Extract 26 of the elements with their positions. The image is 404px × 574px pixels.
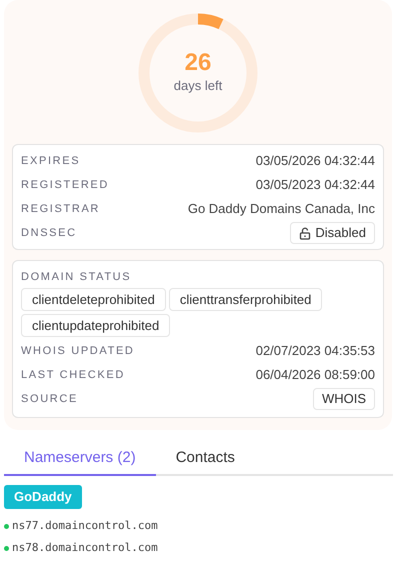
status-tag: clientdeleteprohibited [21, 288, 166, 311]
field-label: REGISTERED [21, 178, 110, 193]
field-label: SOURCE [21, 392, 78, 407]
field-value: 03/05/2026 04:32:44 [256, 152, 375, 170]
provider-badge: GoDaddy [4, 485, 82, 509]
status-tag: clientupdateprohibited [21, 314, 170, 337]
field-label: DNSSEC [21, 226, 77, 241]
status-tag: clienttransferprohibited [168, 288, 322, 311]
unlocked-padlock-icon [299, 226, 312, 240]
field-value: 03/05/2023 04:32:44 [256, 176, 375, 194]
field-label: LAST CHECKED [21, 368, 125, 383]
days-count: 26 [184, 50, 212, 76]
field-label: EXPIRES [21, 154, 80, 169]
field-value: 06/04/2026 08:59:00 [256, 366, 375, 384]
nameserver: ns78.domaincontrol.com [12, 540, 158, 556]
dnssec-badge: Disabled [290, 222, 375, 244]
field-label: WHOIS UPDATED [21, 344, 135, 359]
source-badge: WHOIS [312, 388, 375, 410]
tab[interactable]: Contacts [156, 442, 255, 476]
field-value: 02/07/2023 04:35:53 [256, 342, 375, 360]
field-label: DOMAIN STATUS [21, 270, 132, 284]
days-label: days left [174, 77, 222, 96]
field-label: REGISTRAR [21, 202, 100, 217]
tab[interactable]: Nameservers (2) [4, 442, 156, 476]
nameserver: ns77.domaincontrol.com [12, 518, 158, 534]
field-value: Go Daddy Domains Canada, Inc [188, 200, 375, 218]
